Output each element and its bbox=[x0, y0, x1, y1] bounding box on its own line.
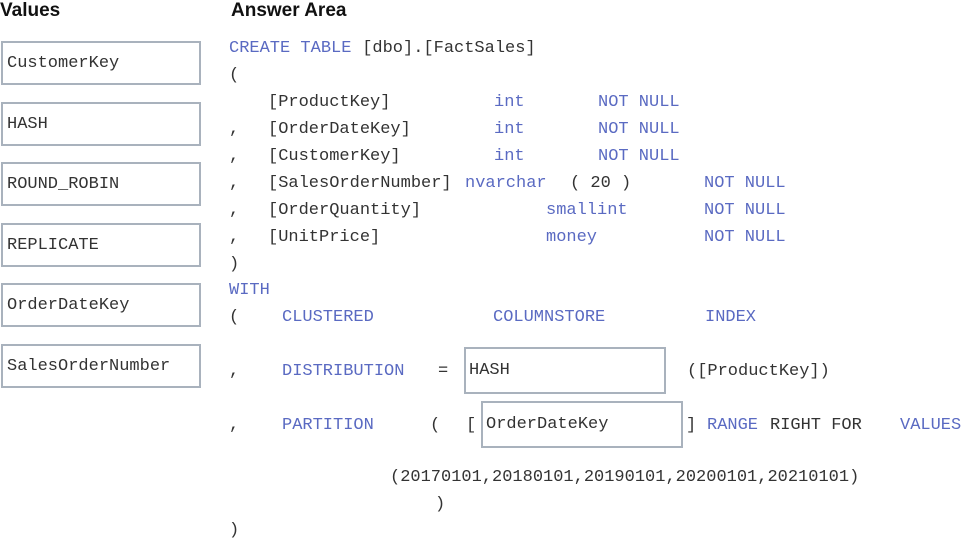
column-name: [CustomerKey] bbox=[268, 147, 401, 166]
table-name: [dbo].[FactSales] bbox=[352, 39, 536, 58]
column-null: NOT NULL bbox=[598, 120, 680, 139]
value-round-robin[interactable]: ROUND_ROBIN bbox=[1, 162, 201, 206]
column-type: money bbox=[546, 228, 598, 247]
column-null: NOT NULL bbox=[704, 174, 786, 193]
comma: , bbox=[229, 416, 240, 435]
distribution-drop-target[interactable]: HASH bbox=[464, 347, 666, 394]
comma: , bbox=[229, 362, 240, 381]
comma: , bbox=[229, 201, 240, 220]
comma: , bbox=[229, 228, 240, 247]
column-null: NOT NULL bbox=[598, 93, 680, 112]
with-keyword: WITH bbox=[229, 281, 270, 300]
value-salesordernumber[interactable]: SalesOrderNumber bbox=[1, 344, 201, 388]
index-keyword: INDEX bbox=[705, 308, 757, 327]
column-name: [SalesOrderNumber] bbox=[268, 174, 452, 193]
partition-keyword: PARTITION bbox=[282, 416, 374, 435]
value-orderdatekey[interactable]: OrderDateKey bbox=[1, 283, 201, 327]
value-hash[interactable]: HASH bbox=[1, 102, 201, 146]
column-type: int bbox=[494, 93, 525, 112]
column-name: [ProductKey] bbox=[268, 93, 391, 112]
column-null: NOT NULL bbox=[704, 201, 786, 220]
clustered-keyword: CLUSTERED bbox=[282, 308, 374, 327]
column-type: nvarchar bbox=[465, 174, 547, 193]
value-replicate[interactable]: REPLICATE bbox=[1, 223, 201, 267]
column-name: [OrderQuantity] bbox=[268, 201, 422, 220]
open-paren: ( bbox=[229, 66, 240, 85]
with-close-paren: ) bbox=[229, 521, 240, 540]
bracket-close: ] bbox=[686, 416, 697, 435]
column-name: [UnitPrice] bbox=[268, 228, 381, 247]
column-null: NOT NULL bbox=[598, 147, 680, 166]
value-customerkey[interactable]: CustomerKey bbox=[1, 41, 201, 85]
values-keyword: VALUES bbox=[900, 416, 962, 435]
comma: , bbox=[229, 174, 240, 193]
columnstore-keyword: COLUMNSTORE bbox=[493, 308, 606, 327]
comma: , bbox=[229, 120, 240, 139]
partition-close-paren: ) bbox=[435, 495, 446, 514]
column-type: int bbox=[494, 120, 525, 139]
bracket-open: [ bbox=[466, 416, 477, 435]
distribution-keyword: DISTRIBUTION bbox=[282, 362, 405, 381]
right-for-keyword: RIGHT FOR bbox=[770, 416, 862, 435]
range-keyword: RANGE bbox=[707, 416, 759, 435]
partition-open-paren: ( bbox=[430, 416, 441, 435]
partition-drop-target[interactable]: OrderDateKey bbox=[481, 401, 683, 448]
column-type: int bbox=[494, 147, 525, 166]
equals-sign: = bbox=[438, 362, 449, 381]
column-type-arg: ( 20 ) bbox=[570, 174, 632, 193]
with-open-paren: ( bbox=[229, 308, 240, 327]
column-name: [OrderDateKey] bbox=[268, 120, 411, 139]
column-null: NOT NULL bbox=[704, 228, 786, 247]
range-values: (20170101,20180101,20190101,20200101,202… bbox=[390, 468, 860, 487]
create-table-keyword: CREATE TABLE bbox=[229, 39, 352, 58]
answer-area-heading: Answer Area bbox=[231, 0, 347, 21]
values-heading: Values bbox=[0, 0, 61, 21]
close-paren: ) bbox=[229, 255, 240, 274]
comma: , bbox=[229, 147, 240, 166]
column-type: smallint bbox=[546, 201, 628, 220]
distribution-column: ([ProductKey]) bbox=[687, 362, 830, 381]
